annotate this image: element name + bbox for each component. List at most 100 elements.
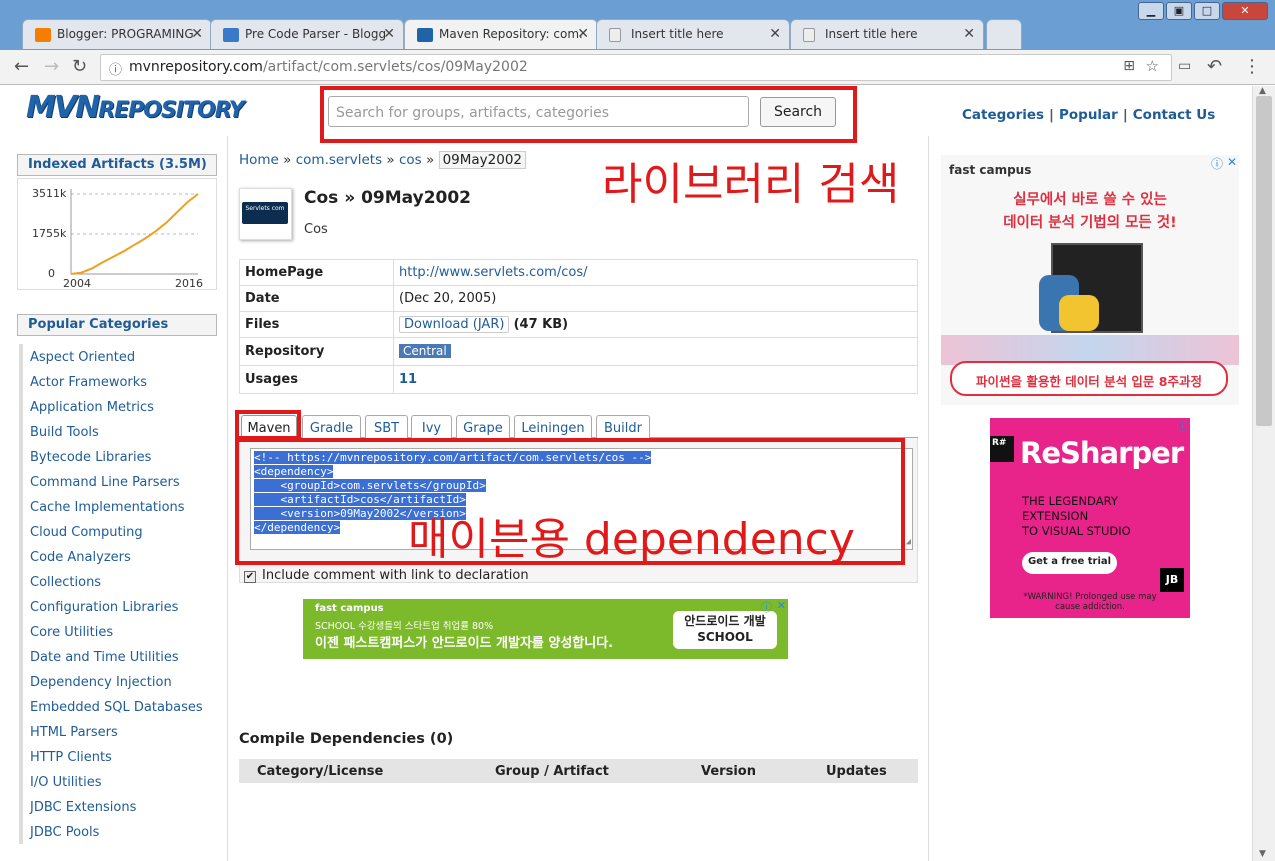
category-link[interactable]: JDBC Extensions bbox=[23, 794, 219, 819]
browser-tab-active[interactable]: Maven Repository: com. ✕ bbox=[404, 19, 598, 49]
category-link[interactable]: Cloud Computing bbox=[23, 519, 219, 544]
extension-icon[interactable]: ▭ bbox=[1178, 58, 1191, 74]
tab-sbt[interactable]: SBT bbox=[365, 415, 408, 438]
scrollbar-thumb[interactable] bbox=[1256, 96, 1272, 426]
ad-close-icon[interactable]: ✕ bbox=[777, 599, 786, 612]
usages-link[interactable]: 11 bbox=[399, 372, 417, 387]
tab-leiningen[interactable]: Leiningen bbox=[514, 415, 592, 438]
browser-titlebar: Blogger: PROGRAMING ✕ Pre Code Parser - … bbox=[0, 0, 1275, 50]
include-comment-checkbox[interactable]: ✔ bbox=[244, 571, 256, 583]
breadcrumb-artifact[interactable]: cos bbox=[399, 152, 422, 168]
close-icon[interactable]: ✕ bbox=[769, 26, 781, 42]
close-window-icon[interactable]: ✕ bbox=[1222, 2, 1268, 20]
category-link[interactable]: Application Metrics bbox=[23, 394, 219, 419]
info-icon[interactable]: ⓘ bbox=[109, 59, 122, 78]
breadcrumb-separator: » bbox=[283, 152, 292, 168]
category-link[interactable]: Dependency Injection bbox=[23, 669, 219, 694]
breadcrumb-separator: » bbox=[386, 152, 395, 168]
close-icon[interactable]: ✕ bbox=[383, 26, 395, 42]
ad-info-icon[interactable]: ⓘ bbox=[761, 599, 772, 615]
browser-tab[interactable]: Insert title here ✕ bbox=[790, 19, 984, 49]
forward-icon[interactable]: → bbox=[44, 56, 59, 77]
tab-buildr[interactable]: Buildr bbox=[596, 415, 650, 438]
scroll-up-icon[interactable]: ▲ bbox=[1259, 86, 1266, 96]
reload-icon[interactable]: ↻ bbox=[72, 56, 87, 77]
browser-tab[interactable]: Pre Code Parser - Blogg ✕ bbox=[210, 19, 404, 49]
category-link[interactable]: Build Tools bbox=[23, 419, 219, 444]
ad-info-icon[interactable]: ⓘ bbox=[1177, 418, 1188, 434]
category-link[interactable]: HTML Parsers bbox=[23, 719, 219, 744]
fastcampus-python-ad[interactable]: fast campus ⓘ ✕ 실무에서 바로 쓸 수 있는 데이터 분석 기법… bbox=[941, 155, 1239, 405]
tab-gradle[interactable]: Gradle bbox=[302, 415, 361, 438]
category-link[interactable]: Embedded SQL Databases bbox=[23, 694, 219, 719]
category-link[interactable]: Core Utilities bbox=[23, 619, 219, 644]
category-link[interactable]: Actor Frameworks bbox=[23, 369, 219, 394]
translate-icon[interactable]: ⊞ bbox=[1123, 58, 1135, 74]
breadcrumb-home[interactable]: Home bbox=[239, 152, 279, 168]
breadcrumb: Home » com.servlets » cos » 09May2002 bbox=[239, 151, 527, 169]
tab-grape[interactable]: Grape bbox=[456, 415, 510, 438]
fastcampus-android-ad[interactable]: fast campus SCHOOL 수강생들의 스타트업 취업률 80% 이젠… bbox=[303, 599, 788, 659]
ad-cta-button[interactable]: Get a free trial bbox=[1022, 552, 1117, 574]
restore-icon[interactable]: ▣ bbox=[1166, 2, 1192, 20]
mvn-icon bbox=[417, 28, 433, 42]
site-logo[interactable]: MVNREPOSITORY bbox=[26, 90, 245, 125]
resharper-ad[interactable]: R# ReSharper ⓘ THE LEGENDARY EXTENSION T… bbox=[990, 418, 1190, 618]
close-icon[interactable]: ✕ bbox=[963, 26, 975, 42]
category-link[interactable]: Aspect Oriented bbox=[23, 344, 219, 369]
category-link[interactable]: I/O Utilities bbox=[23, 769, 219, 794]
annotation-box-maven-tab bbox=[235, 410, 301, 440]
row-label: Repository bbox=[239, 337, 394, 366]
address-bar[interactable]: ⓘ mvnrepository.com/artifact/com.servlet… bbox=[100, 54, 1172, 81]
page-icon bbox=[609, 28, 621, 42]
browser-tab[interactable]: Blogger: PROGRAMING ✕ bbox=[22, 19, 212, 49]
ad-cta-button[interactable]: 파이썬을 활용한 데이터 분석 입문 8주과정 bbox=[950, 361, 1228, 396]
nav-popular[interactable]: Popular bbox=[1059, 107, 1118, 123]
resharper-logo-icon: R# bbox=[990, 436, 1014, 462]
y-tick-label: 3511k bbox=[32, 187, 67, 200]
category-link[interactable]: HTTP Clients bbox=[23, 744, 219, 769]
tab-label: Insert title here bbox=[631, 27, 724, 41]
y-tick-label: 0 bbox=[48, 267, 55, 280]
table-row: Usages 11 bbox=[239, 365, 918, 394]
nav-contact[interactable]: Contact Us bbox=[1133, 107, 1216, 123]
tab-ivy[interactable]: Ivy bbox=[411, 415, 452, 438]
category-link[interactable]: JDBC Pools bbox=[23, 819, 219, 844]
download-jar-button[interactable]: Download (JAR) bbox=[399, 316, 510, 333]
category-link[interactable]: Configuration Libraries bbox=[23, 594, 219, 619]
repository-badge[interactable]: Central bbox=[399, 344, 451, 358]
nav-categories[interactable]: Categories bbox=[962, 107, 1044, 123]
ad-title: ReSharper bbox=[1020, 436, 1184, 470]
category-link[interactable]: Cache Implementations bbox=[23, 494, 219, 519]
table-row: Date (Dec 20, 2005) bbox=[239, 285, 918, 312]
new-tab-button[interactable] bbox=[986, 19, 1022, 49]
homepage-link[interactable]: http://www.servlets.com/cos/ bbox=[399, 265, 587, 280]
ad-line: 데이터 분석 기법의 모든 것! bbox=[1003, 215, 1177, 231]
resize-handle-icon[interactable]: ◢ bbox=[906, 535, 911, 549]
file-size: (47 KB) bbox=[513, 317, 569, 332]
breadcrumb-group[interactable]: com.servlets bbox=[296, 152, 382, 168]
back-icon[interactable]: ← bbox=[14, 56, 29, 77]
category-link[interactable]: Code Analyzers bbox=[23, 544, 219, 569]
menu-icon[interactable]: ⋮ bbox=[1243, 56, 1261, 77]
category-link[interactable]: Command Line Parsers bbox=[23, 469, 219, 494]
tab-label: Blogger: PROGRAMING bbox=[57, 27, 194, 41]
browser-tab[interactable]: Insert title here ✕ bbox=[596, 19, 790, 49]
reply-icon[interactable]: ↶ bbox=[1207, 56, 1222, 77]
star-icon[interactable]: ☆ bbox=[1146, 57, 1159, 75]
scroll-down-icon[interactable]: ▼ bbox=[1259, 849, 1266, 859]
python-logo-icon bbox=[1059, 295, 1099, 331]
ad-info-icon[interactable]: ⓘ bbox=[1211, 155, 1223, 172]
category-link[interactable]: Collections bbox=[23, 569, 219, 594]
minimize-icon[interactable]: ▁ bbox=[1138, 2, 1164, 20]
close-icon[interactable]: ✕ bbox=[191, 26, 203, 42]
category-link[interactable]: Bytecode Libraries bbox=[23, 444, 219, 469]
close-icon[interactable]: ✕ bbox=[577, 26, 589, 42]
page-scrollbar[interactable]: ▲ ▼ bbox=[1252, 86, 1275, 861]
artifact-info-table: HomePage http://www.servlets.com/cos/ Da… bbox=[239, 259, 918, 394]
table-row: Files Download (JAR) (47 KB) bbox=[239, 311, 918, 338]
category-link[interactable]: Date and Time Utilities bbox=[23, 644, 219, 669]
ad-warning: *WARNING! Prolonged use may cause addict… bbox=[1023, 592, 1157, 612]
ad-close-icon[interactable]: ✕ bbox=[1227, 155, 1237, 169]
maximize-icon[interactable]: □ bbox=[1194, 2, 1220, 20]
